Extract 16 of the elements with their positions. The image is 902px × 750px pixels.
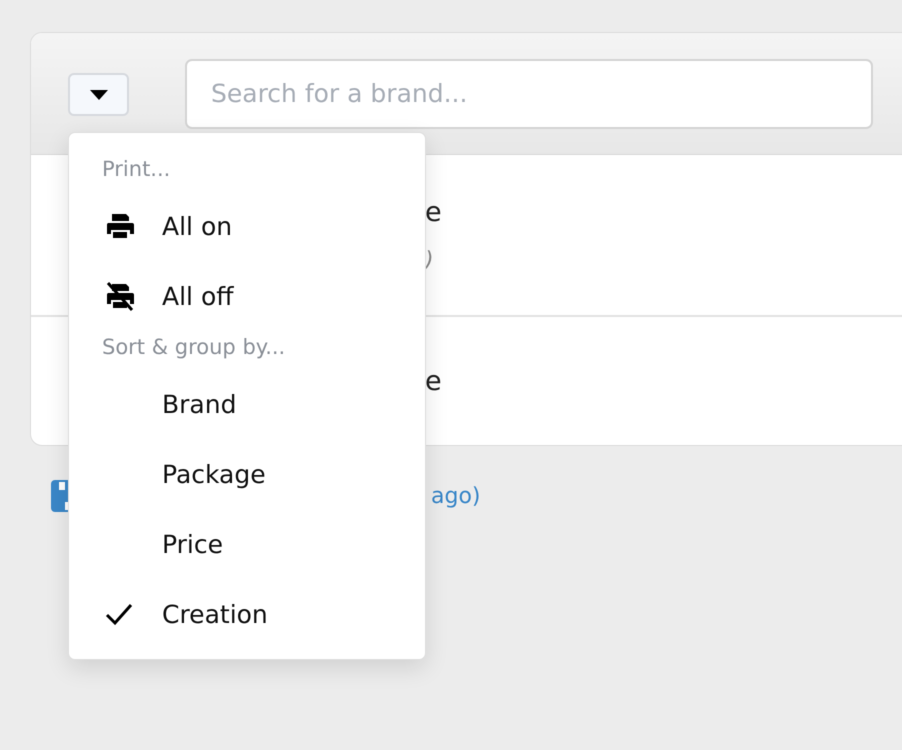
- row-title: e: [425, 197, 443, 228]
- check-icon: [105, 602, 133, 626]
- printer-off-icon: [105, 281, 135, 311]
- menu-item[interactable]: All on: [69, 191, 425, 261]
- caret-icon: [90, 90, 108, 100]
- menu-item[interactable]: All off: [69, 261, 425, 331]
- menu-heading: Sort & group by...: [101, 334, 286, 361]
- menu-item[interactable]: Brand: [69, 369, 425, 439]
- menu-item[interactable]: Package: [69, 439, 425, 509]
- menu-heading: Print...: [101, 156, 172, 183]
- row-title: e: [425, 366, 443, 396]
- menu-item[interactable]: Creation: [69, 579, 425, 649]
- menu-item[interactable]: Price: [69, 509, 425, 579]
- menu-toggle-button[interactable]: [68, 73, 129, 116]
- printer-icon: [105, 211, 135, 241]
- search-field[interactable]: Search for a brand...: [185, 58, 873, 128]
